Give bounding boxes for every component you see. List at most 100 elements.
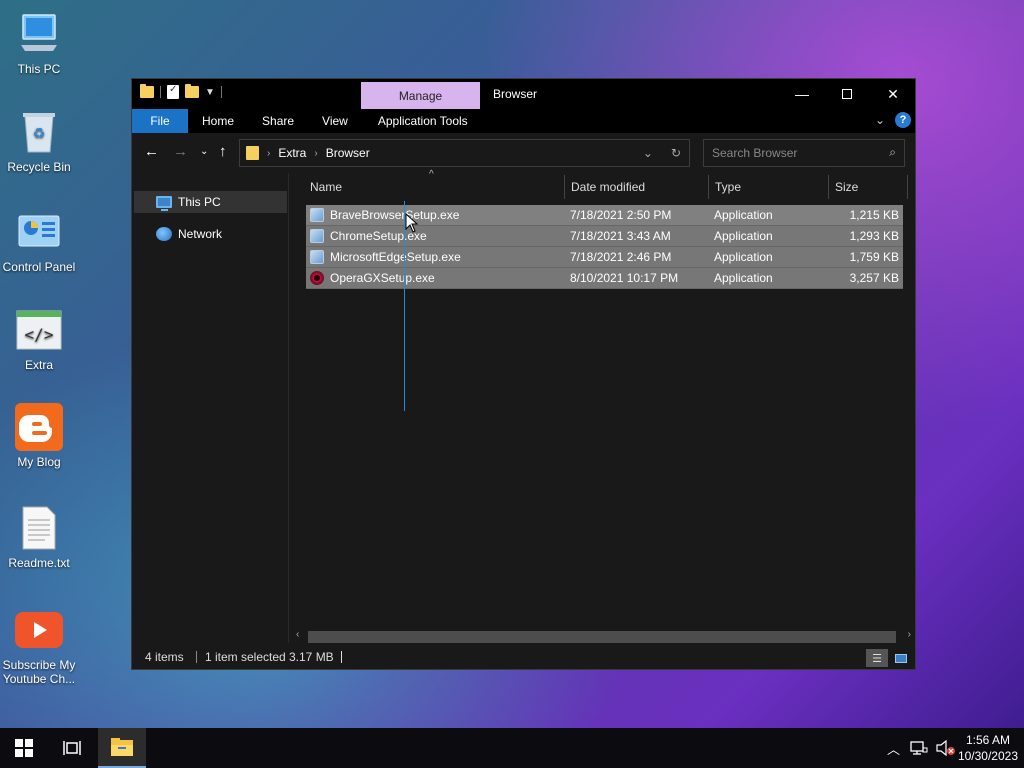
breadcrumb-browser[interactable]: Browser <box>326 146 370 160</box>
expand-ribbon-chevron-icon[interactable]: ⌄ <box>875 113 885 127</box>
setup-icon <box>310 229 324 243</box>
clock-date: 10/30/2023 <box>957 749 1018 763</box>
desktop-icon-label: My Blog <box>17 455 61 469</box>
folder-icon <box>246 146 259 160</box>
refresh-icon[interactable]: ↻ <box>671 146 681 160</box>
tab-share[interactable]: Share <box>248 109 308 133</box>
tab-home[interactable]: Home <box>188 109 248 133</box>
start-button[interactable] <box>0 728 48 768</box>
text-file-icon <box>15 504 63 552</box>
task-view-icon <box>63 741 81 755</box>
clock[interactable]: 1:56 AM 10/30/2023 <box>958 732 1018 764</box>
file-date: 7/18/2021 2:50 PM <box>570 208 672 222</box>
opera-gx-icon <box>310 271 324 285</box>
table-row[interactable]: MicrosoftEdgeSetup.exe 7/18/2021 2:46 PM… <box>306 247 903 268</box>
desktop-icon-label: Control Panel <box>2 260 76 274</box>
address-history-chevron-icon[interactable]: ⌄ <box>643 146 653 160</box>
tab-view[interactable]: View <box>308 109 362 133</box>
column-header-date-modified[interactable]: Date modified <box>565 173 708 201</box>
scrollbar-thumb[interactable] <box>308 631 896 643</box>
table-row[interactable]: BraveBrowserSetup.exe 7/18/2021 2:50 PM … <box>306 205 903 226</box>
setup-icon <box>310 250 324 264</box>
search-icon[interactable]: ⌕ <box>889 145 896 160</box>
minimize-icon: — <box>795 86 809 102</box>
maximize-button[interactable] <box>824 79 870 109</box>
column-header-type[interactable]: Type <box>709 173 828 201</box>
blogger-icon <box>15 403 63 451</box>
column-divider[interactable] <box>907 175 908 199</box>
breadcrumb-extra[interactable]: Extra <box>278 146 306 160</box>
tab-application-tools[interactable]: Application Tools <box>362 109 482 133</box>
recent-locations-chevron-icon[interactable]: ⌄ <box>200 146 208 157</box>
network-icon[interactable] <box>910 740 928 756</box>
close-button[interactable]: ✕ <box>870 79 916 109</box>
file-name: OperaGXSetup.exe <box>330 271 435 285</box>
system-tray: ︿ <box>887 728 956 768</box>
divider <box>341 651 342 663</box>
setup-icon <box>310 208 324 222</box>
code-file-icon: </> <box>15 306 63 354</box>
show-hidden-icons-chevron-icon[interactable]: ︿ <box>887 739 900 758</box>
nav-item-this-pc[interactable]: This PC <box>134 191 287 213</box>
breadcrumb-chevron-icon[interactable]: › <box>267 148 270 159</box>
minimize-button[interactable]: — <box>779 79 825 109</box>
horizontal-scrollbar[interactable]: ‹ › <box>290 629 915 643</box>
file-date: 7/18/2021 2:46 PM <box>570 250 672 264</box>
new-folder-icon[interactable] <box>185 84 199 98</box>
breadcrumb-chevron-icon[interactable]: › <box>314 148 317 159</box>
forward-arrow-icon[interactable]: → <box>173 143 188 160</box>
svg-text:</>: </> <box>25 325 54 344</box>
scroll-left-icon[interactable]: ‹ <box>296 629 299 640</box>
tab-manage[interactable]: Manage <box>361 82 480 109</box>
desktop-icon-this-pc[interactable]: This PC <box>0 10 78 76</box>
youtube-icon <box>15 606 63 654</box>
task-view-button[interactable] <box>48 728 96 768</box>
desktop-icon-extra[interactable]: </> Extra <box>0 306 78 372</box>
table-row[interactable]: OperaGXSetup.exe 8/10/2021 10:17 PM Appl… <box>306 268 903 289</box>
customize-toolbar-chevron-icon[interactable]: ▼ <box>205 87 215 98</box>
recycle-bin-icon: ♻ <box>15 108 63 156</box>
status-item-count: 4 items <box>145 650 184 664</box>
column-header-name[interactable]: Name <box>304 173 564 201</box>
nav-item-network[interactable]: Network <box>134 223 287 245</box>
table-row[interactable]: ChromeSetup.exe 7/18/2021 3:43 AM Applic… <box>306 226 903 247</box>
up-arrow-icon[interactable]: ↑ <box>219 143 227 160</box>
details-view-button[interactable]: ☰ <box>866 649 888 667</box>
desktop-icon-youtube[interactable]: Subscribe My Youtube Ch... <box>0 606 78 686</box>
properties-icon[interactable] <box>167 84 179 99</box>
desktop-icon-recycle-bin[interactable]: ♻ Recycle Bin <box>0 108 78 174</box>
file-type: Application <box>714 271 773 285</box>
status-bar: 4 items 1 item selected 3.17 MB ☰ <box>132 645 915 669</box>
maximize-icon <box>842 89 852 99</box>
computer-icon <box>15 10 63 58</box>
nav-item-label: This PC <box>178 195 221 209</box>
column-header-size[interactable]: Size <box>829 173 907 201</box>
status-size: 3.17 MB <box>289 650 334 664</box>
desktop-icon-my-blog[interactable]: My Blog <box>0 403 78 469</box>
help-icon[interactable]: ? <box>895 112 911 128</box>
file-size: 1,215 KB <box>849 208 899 222</box>
nav-item-label: Network <box>178 227 223 241</box>
large-icons-view-button[interactable] <box>890 649 912 667</box>
taskbar-file-explorer-button[interactable] <box>98 728 146 768</box>
scroll-right-icon[interactable]: › <box>908 629 911 640</box>
navigation-pane: This PC Network <box>132 173 289 643</box>
desktop-icon-label: Subscribe My Youtube Ch... <box>2 658 76 686</box>
back-arrow-icon[interactable]: ← <box>144 143 159 160</box>
volume-muted-icon[interactable] <box>936 740 956 756</box>
taskbar: ︿ 1:56 AM 10/30/2023 <box>0 728 1024 768</box>
desktop-icon-control-panel[interactable]: Control Panel <box>0 208 78 274</box>
svg-text:♻: ♻ <box>33 126 46 142</box>
tab-file[interactable]: File <box>132 109 188 133</box>
file-list: ^ Name Date modified Type Size BraveBrow… <box>290 169 915 643</box>
navigation-bar: ← → ⌄ ↑ › Extra › Browser ⌄ ↻ Search Bro… <box>132 133 915 173</box>
address-bar[interactable]: › Extra › Browser ⌄ ↻ <box>239 139 690 167</box>
file-date: 8/10/2021 10:17 PM <box>570 271 679 285</box>
file-date: 7/18/2021 3:43 AM <box>570 229 671 243</box>
file-type: Application <box>714 229 773 243</box>
search-input[interactable]: Search Browser ⌕ <box>703 139 905 167</box>
file-size: 3,257 KB <box>849 271 899 285</box>
folder-icon <box>140 84 154 98</box>
control-panel-icon <box>15 208 63 256</box>
desktop-icon-readme[interactable]: Readme.txt <box>0 504 78 570</box>
